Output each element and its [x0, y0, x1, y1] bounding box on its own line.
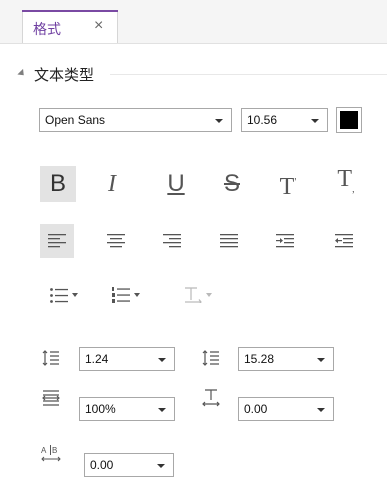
justify-button[interactable] [212, 224, 246, 258]
character-spacing-icon: AB [40, 442, 62, 466]
align-right-button[interactable] [155, 224, 189, 258]
character-spacing-select[interactable]: 0.00 [84, 453, 174, 477]
bullet-list-icon [50, 287, 68, 303]
numbered-list-button[interactable] [102, 280, 150, 310]
svg-text:A: A [41, 446, 47, 455]
align-center-button[interactable] [99, 224, 133, 258]
baseline-offset-value: 0.00 [244, 402, 268, 416]
tab-format[interactable]: 格式 × [22, 10, 118, 43]
text-type-section-header[interactable]: 文本类型 [17, 64, 387, 84]
chevron-down-icon [134, 293, 140, 297]
font-size-select[interactable]: 10.56 [241, 108, 328, 132]
character-spacing-value: 0.00 [90, 458, 114, 472]
align-right-icon [163, 234, 181, 248]
paragraph-spacing-select[interactable]: 15.28 [238, 347, 334, 371]
font-size-value: 10.56 [247, 113, 278, 127]
italic-button[interactable]: I [94, 166, 130, 202]
italic-icon: I [108, 171, 116, 197]
chevron-down-icon [72, 293, 78, 297]
horizontal-scale-value: 100% [85, 402, 116, 416]
numbered-list-icon [112, 287, 130, 303]
align-center-icon [107, 234, 125, 248]
horizontal-scale-icon [40, 386, 62, 410]
underline-icon: U [167, 170, 185, 197]
tab-bar: 格式 × [0, 0, 387, 44]
chevron-down-icon [158, 358, 166, 362]
horizontal-scale-select[interactable]: 100% [79, 397, 175, 421]
line-spacing-value: 1.24 [85, 352, 109, 366]
collapse-arrow-icon[interactable] [17, 68, 27, 79]
section-divider [110, 74, 387, 75]
strikethrough-button[interactable]: S [214, 166, 250, 202]
chevron-down-icon [317, 408, 325, 412]
align-justify-icon [220, 234, 238, 248]
section-title: 文本类型 [34, 67, 95, 84]
paragraph-spacing-value: 15.28 [244, 352, 275, 366]
subscript-button[interactable]: T, [326, 166, 366, 202]
indent-decrease-button[interactable] [327, 224, 361, 258]
chevron-down-icon [311, 119, 319, 123]
subscript-letter: T [337, 165, 353, 192]
paragraph-spacing-icon [200, 346, 222, 370]
text-direction-icon [185, 287, 202, 303]
align-left-button[interactable] [40, 224, 74, 258]
chevron-down-icon [317, 358, 325, 362]
superscript-letter: T [279, 173, 295, 200]
superscript-icon: T' [279, 173, 297, 200]
bold-button[interactable]: B [40, 166, 76, 202]
font-family-select[interactable]: Open Sans [39, 108, 232, 132]
chevron-down-icon [215, 119, 223, 123]
indent-increase-icon [276, 234, 294, 248]
underline-button[interactable]: U [158, 166, 194, 202]
text-direction-button [178, 280, 218, 310]
line-spacing-icon [40, 346, 62, 370]
line-spacing-select[interactable]: 1.24 [79, 347, 175, 371]
bold-icon: B [49, 170, 66, 197]
strikethrough-icon: S [223, 170, 240, 197]
bullet-list-button[interactable] [40, 280, 88, 310]
baseline-offset-icon [200, 386, 222, 410]
indent-decrease-icon [335, 234, 353, 248]
font-color-fill [340, 111, 358, 129]
superscript-button[interactable]: T' [268, 166, 308, 202]
tab-label: 格式 [33, 21, 61, 37]
tab-accent-line [22, 10, 118, 12]
subscript-icon: T, [337, 165, 355, 195]
close-icon[interactable]: × [94, 17, 103, 35]
indent-increase-button[interactable] [268, 224, 302, 258]
chevron-down-icon [206, 293, 212, 297]
font-family-value: Open Sans [45, 113, 106, 127]
baseline-offset-select[interactable]: 0.00 [238, 397, 334, 421]
font-color-picker[interactable] [336, 107, 362, 133]
align-left-icon [48, 234, 66, 248]
chevron-down-icon [158, 408, 166, 412]
svg-text:B: B [52, 446, 57, 455]
chevron-down-icon [157, 464, 165, 468]
